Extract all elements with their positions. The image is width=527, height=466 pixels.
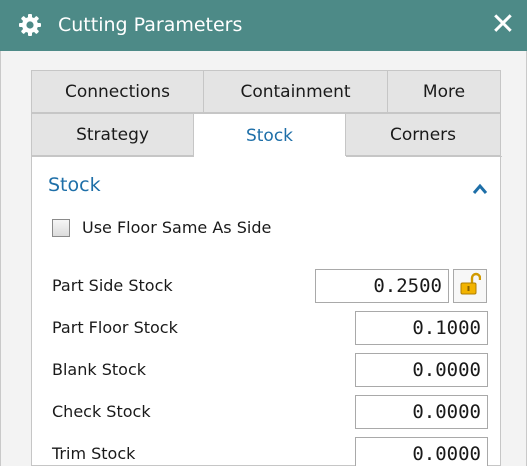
tab-row-top: Connections Containment More xyxy=(31,70,501,113)
blank-stock-input[interactable]: 0.0000 xyxy=(355,353,488,387)
trim-stock-label: Trim Stock xyxy=(52,444,136,463)
title-bar: Cutting Parameters ✕ xyxy=(0,0,527,51)
dialog-body: Connections Containment More Strategy St… xyxy=(0,51,527,466)
tab-corners[interactable]: Corners xyxy=(345,113,501,156)
tab-more[interactable]: More xyxy=(387,70,501,113)
lock-button[interactable] xyxy=(453,269,487,303)
section-title[interactable]: Stock xyxy=(48,174,101,196)
check-stock-input[interactable]: 0.0000 xyxy=(355,395,488,429)
stock-panel: Stock Use Floor Same As Side Part Side S… xyxy=(31,156,502,466)
divider xyxy=(32,156,194,157)
check-stock-label: Check Stock xyxy=(52,402,151,421)
trim-stock-input[interactable]: 0.0000 xyxy=(355,437,488,466)
use-floor-same-as-side-option[interactable]: Use Floor Same As Side xyxy=(52,218,271,237)
tab-row-bottom: Strategy Stock Corners xyxy=(31,113,501,157)
divider xyxy=(346,156,502,157)
unlocked-padlock-icon xyxy=(459,272,482,300)
checkbox-label: Use Floor Same As Side xyxy=(82,218,272,237)
tab-stock[interactable]: Stock xyxy=(193,113,345,157)
tab-connections[interactable]: Connections xyxy=(31,70,203,113)
window-title: Cutting Parameters xyxy=(58,14,243,36)
gear-icon[interactable] xyxy=(18,13,42,37)
use-floor-same-as-side-checkbox[interactable] xyxy=(52,218,70,237)
close-icon[interactable]: ✕ xyxy=(487,9,519,41)
part-side-stock-input[interactable]: 0.2500 xyxy=(315,269,449,303)
part-side-stock-label: Part Side Stock xyxy=(52,276,173,295)
tab-containment[interactable]: Containment xyxy=(203,70,387,113)
part-floor-stock-label: Part Floor Stock xyxy=(52,318,178,337)
part-floor-stock-input[interactable]: 0.1000 xyxy=(355,311,488,345)
chevron-up-icon[interactable] xyxy=(472,180,488,194)
blank-stock-label: Blank Stock xyxy=(52,360,146,379)
tab-strategy[interactable]: Strategy xyxy=(31,113,193,156)
